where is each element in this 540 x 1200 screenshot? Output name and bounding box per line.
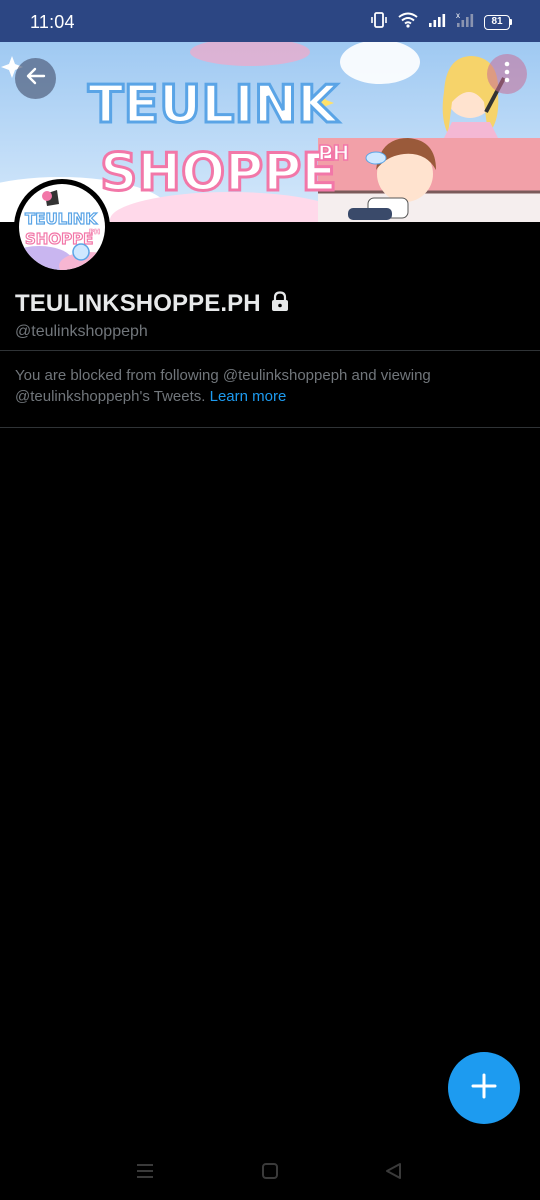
blocked-notice: You are blocked from following @teulinks… <box>15 365 525 407</box>
system-nav-bar <box>0 1145 540 1200</box>
avatar[interactable]: TEULINK SHOPPE PH <box>14 179 110 275</box>
banner-line2: SHOPPE <box>100 143 337 203</box>
back-button[interactable] <box>15 58 56 99</box>
wifi-icon <box>398 12 418 33</box>
divider-top <box>0 350 540 351</box>
triangle-back-icon <box>384 1162 402 1185</box>
display-name-row: TEULINKSHOPPE.PH <box>15 290 290 318</box>
nav-home-button[interactable] <box>258 1162 282 1184</box>
svg-text:x: x <box>456 12 460 20</box>
nav-recents-button[interactable] <box>133 1162 157 1184</box>
battery-icon: 81 <box>484 14 512 30</box>
nav-back-button[interactable] <box>381 1162 405 1184</box>
lock-icon <box>270 291 290 317</box>
more-options-button[interactable] <box>487 54 527 94</box>
compose-tweet-button[interactable] <box>448 1052 520 1124</box>
plus-icon <box>471 1073 497 1104</box>
display-name: TEULINKSHOPPE.PH <box>15 290 261 317</box>
square-icon <box>261 1162 279 1185</box>
arrow-left-icon <box>24 64 48 93</box>
avatar-suffix: PH <box>89 228 100 236</box>
status-icons: x 81 <box>370 11 512 34</box>
status-bar: 11:04 x 81 <box>0 0 540 42</box>
vibrate-icon <box>370 11 388 34</box>
divider-bottom <box>0 427 540 428</box>
banner-suffix: PH <box>318 141 349 165</box>
signal-icon <box>428 12 446 33</box>
battery-level: 81 <box>484 14 510 30</box>
banner-line1: TEULINK <box>88 75 339 135</box>
signal-no-service-icon: x <box>456 11 474 33</box>
menu-icon <box>136 1163 154 1184</box>
avatar-line1: TEULINK <box>25 210 98 228</box>
learn-more-link[interactable]: Learn more <box>210 388 287 405</box>
handle: @teulinkshoppeph <box>15 323 148 340</box>
status-time: 11:04 <box>30 12 75 32</box>
more-vertical-icon <box>504 61 510 88</box>
